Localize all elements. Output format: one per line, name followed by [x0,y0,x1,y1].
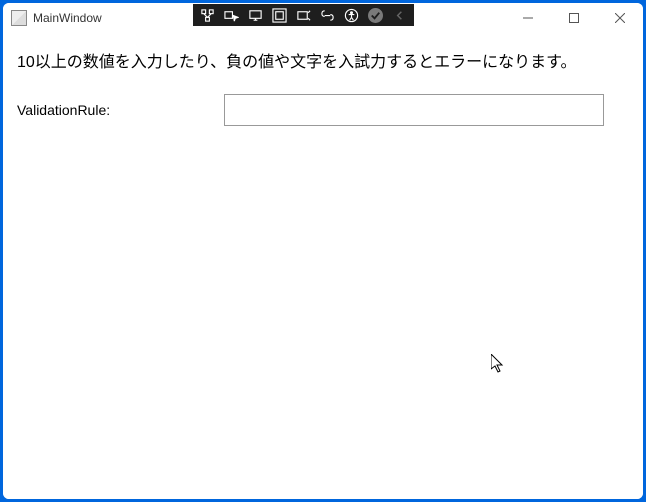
window-title: MainWindow [33,11,102,25]
binding-icon[interactable] [316,5,339,25]
select-element-icon[interactable] [220,5,243,25]
maximize-button[interactable] [551,3,597,33]
content-area: 10以上の数値を入力したり、負の値や文字を入試力するとエラーになります。 Val… [3,33,643,499]
close-button[interactable] [597,3,643,33]
validation-input[interactable] [224,94,604,126]
minimize-button[interactable] [505,3,551,33]
title-left: MainWindow [3,10,102,26]
collapse-chevron-icon[interactable] [388,5,411,25]
titlebar: MainWindow [3,3,643,33]
hot-reload-icon[interactable] [292,5,315,25]
validation-label: ValidationRule: [17,102,224,118]
window-controls [505,3,643,33]
accessibility-icon[interactable] [340,5,363,25]
visual-tree-icon[interactable] [196,5,219,25]
check-icon[interactable] [368,8,383,23]
display-layout-icon[interactable] [244,5,267,25]
form-row: ValidationRule: [17,94,629,126]
track-focus-icon[interactable] [268,5,291,25]
app-icon [11,10,27,26]
dev-toolbar [193,4,414,26]
main-window: MainWindow [3,3,643,499]
instruction-text: 10以上の数値を入力したり、負の値や文字を入試力するとエラーになります。 [17,48,629,72]
